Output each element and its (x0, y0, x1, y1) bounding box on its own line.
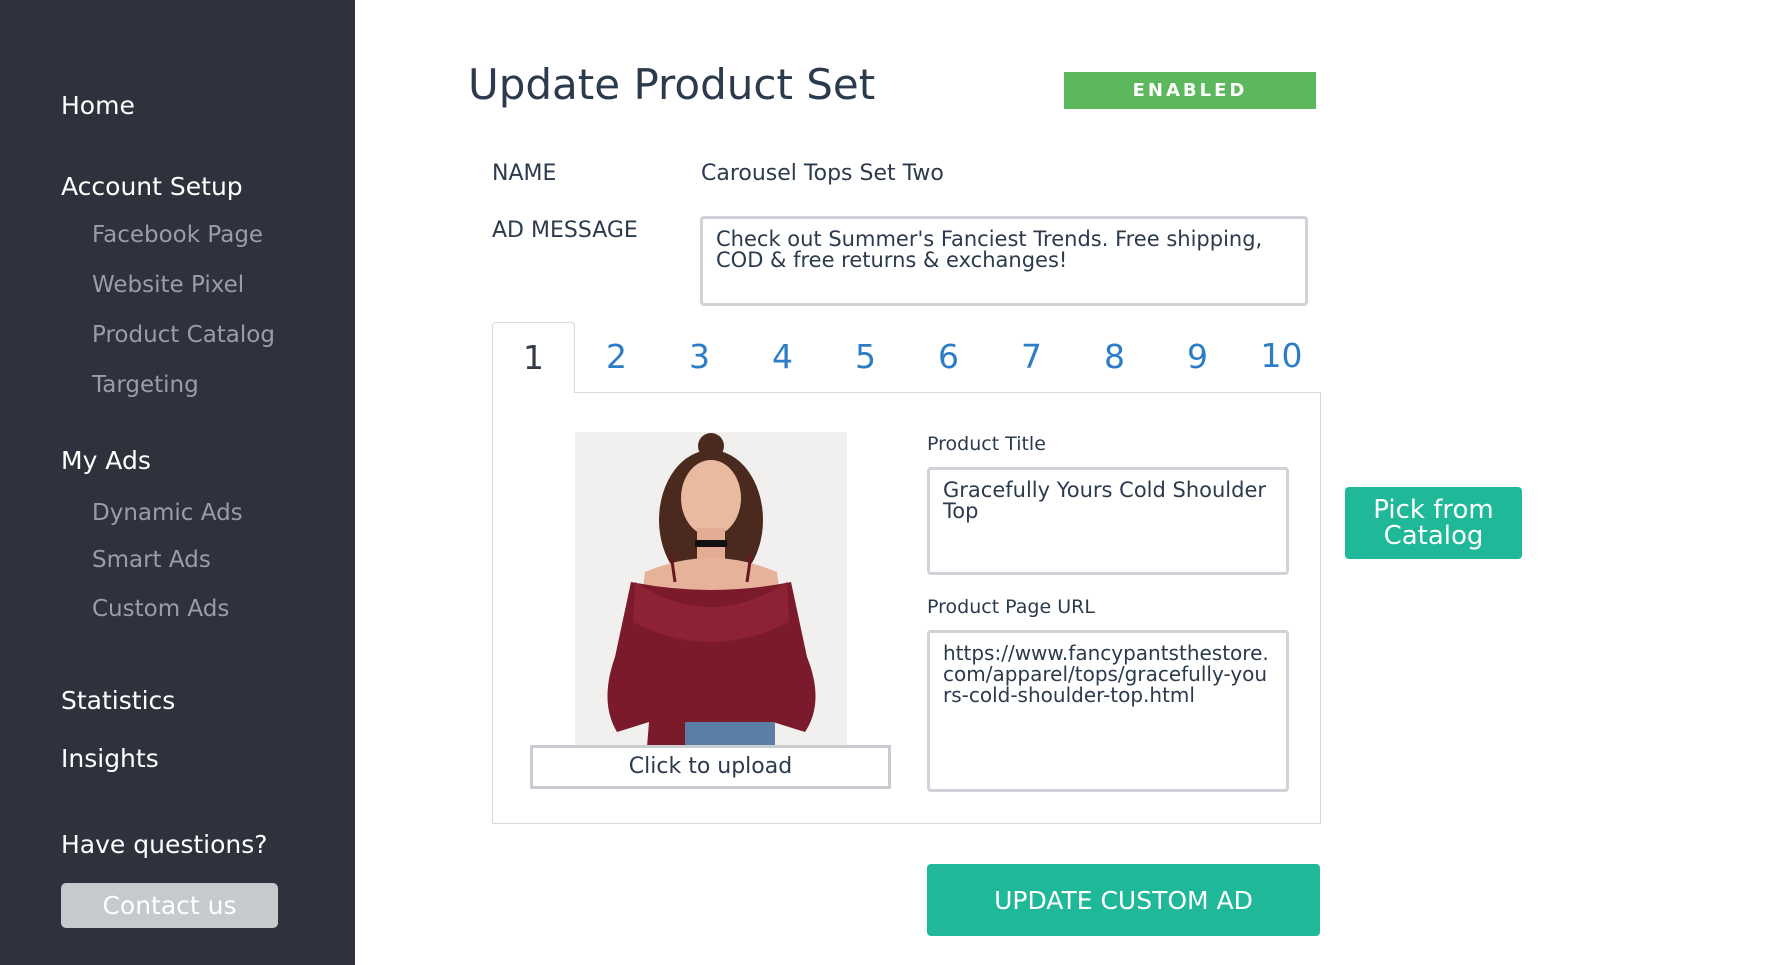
update-custom-ad-button[interactable]: UPDATE CUSTOM AD (927, 864, 1320, 936)
tab-4[interactable]: 4 (741, 322, 824, 392)
nav-my-ads[interactable]: My Ads (61, 446, 151, 475)
nav-home[interactable]: Home (61, 91, 135, 120)
name-value: Carousel Tops Set Two (701, 161, 944, 186)
pick-from-catalog-button[interactable]: Pick from Catalog (1345, 487, 1522, 559)
tab-8[interactable]: 8 (1073, 322, 1156, 392)
product-title-label: Product Title (927, 433, 1046, 455)
tab-2[interactable]: 2 (575, 322, 658, 392)
nav-targeting[interactable]: Targeting (92, 372, 199, 398)
tab-5[interactable]: 5 (824, 322, 907, 392)
tab-3[interactable]: 3 (658, 322, 741, 392)
tab-10[interactable]: 10 (1240, 322, 1323, 392)
nav-facebook-page[interactable]: Facebook Page (92, 222, 263, 248)
nav-smart-ads[interactable]: Smart Ads (92, 547, 211, 573)
tab-7[interactable]: 7 (990, 322, 1073, 392)
product-url-field[interactable]: https://www.fancypantsthestore.com/appar… (927, 630, 1289, 792)
product-title-field[interactable]: Gracefully Yours Cold Shoulder Top (927, 467, 1289, 575)
nav-dynamic-ads[interactable]: Dynamic Ads (92, 500, 243, 526)
model-illustration (607, 433, 816, 747)
tab-6[interactable]: 6 (907, 322, 990, 392)
name-label: NAME (492, 161, 557, 186)
sidebar: Home Account Setup Facebook Page Website… (0, 0, 355, 965)
nav-insights[interactable]: Insights (61, 744, 159, 773)
upload-button[interactable]: Click to upload (530, 745, 891, 789)
product-image (575, 432, 847, 747)
nav-website-pixel[interactable]: Website Pixel (92, 272, 244, 298)
contact-us-button[interactable]: Contact us (61, 883, 278, 928)
nav-custom-ads[interactable]: Custom Ads (92, 596, 229, 622)
help-heading: Have questions? (61, 830, 268, 859)
product-url-label: Product Page URL (927, 596, 1095, 618)
nav-statistics[interactable]: Statistics (61, 686, 175, 715)
status-badge: ENABLED (1064, 72, 1316, 109)
ad-message-field[interactable]: Check out Summer's Fanciest Trends. Free… (700, 216, 1308, 306)
ad-message-label: AD MESSAGE (492, 218, 638, 243)
nav-product-catalog[interactable]: Product Catalog (92, 322, 275, 348)
tab-9[interactable]: 9 (1156, 322, 1239, 392)
page-title: Update Product Set (468, 60, 876, 109)
tab-1[interactable]: 1 (492, 322, 575, 393)
nav-account-setup[interactable]: Account Setup (61, 172, 243, 201)
